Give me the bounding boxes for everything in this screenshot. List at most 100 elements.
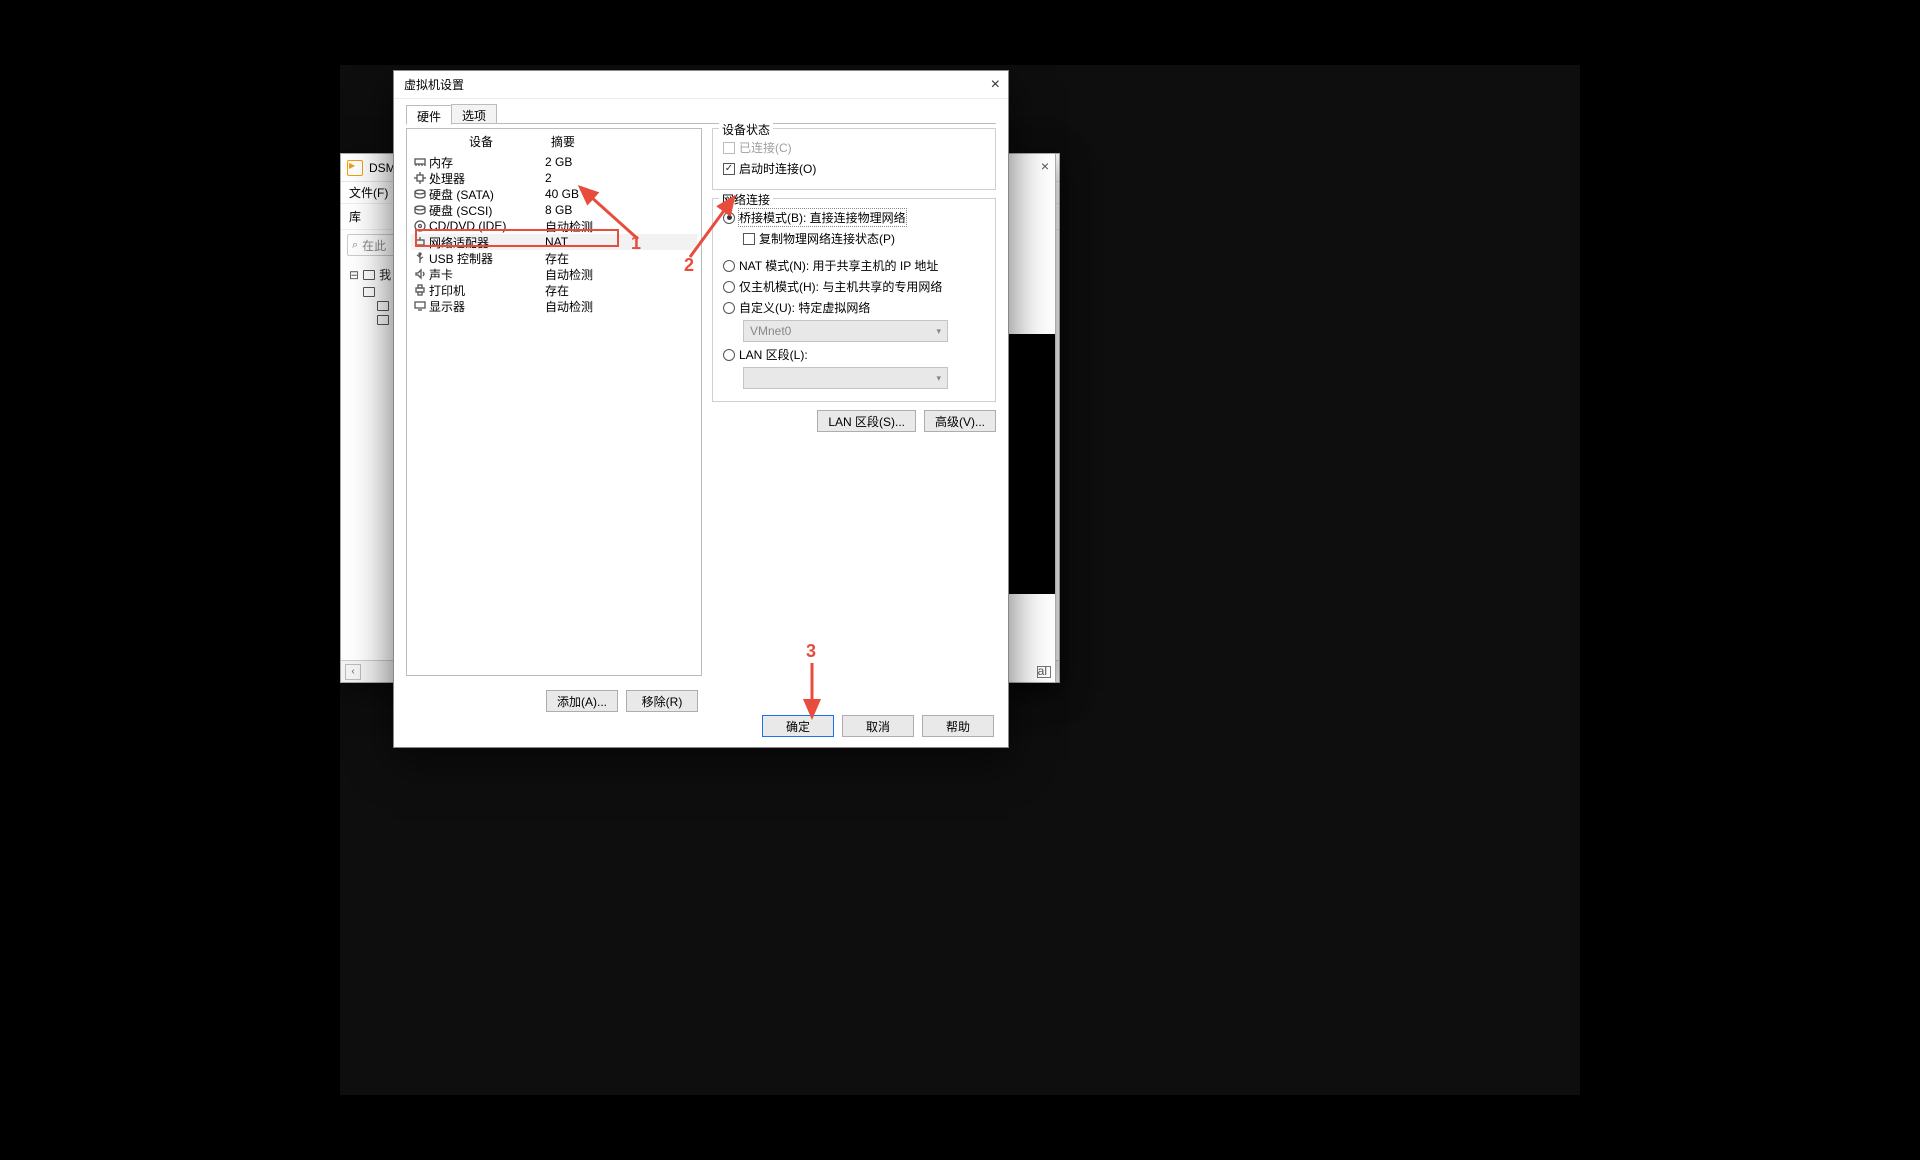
tab-hardware[interactable]: 硬件 — [406, 105, 452, 125]
device-row-net[interactable]: 网络适配器NAT — [411, 234, 697, 250]
hostonly-radio-row[interactable]: 仅主机模式(H): 与主机共享的专用网络 — [723, 276, 985, 297]
vmware-logo-icon — [347, 160, 363, 176]
custom-radio-row[interactable]: 自定义(U): 特定虚拟网络 — [723, 297, 985, 318]
nat-radio-row[interactable]: NAT 模式(N): 用于共享主机的 IP 地址 — [723, 255, 985, 276]
tree-collapse-icon[interactable]: ⊟ — [349, 268, 359, 282]
device-row-display[interactable]: 显示器自动检测 — [411, 298, 697, 314]
device-row-usb[interactable]: USB 控制器存在 — [411, 250, 697, 266]
lansegment-radio[interactable] — [723, 349, 735, 361]
nat-label: NAT 模式(N): 用于共享主机的 IP 地址 — [739, 257, 938, 274]
connect-at-poweron-label: 启动时连接(O) — [739, 160, 816, 177]
bridged-radio[interactable] — [723, 212, 735, 224]
device-summary: 自动检测 — [545, 298, 695, 315]
remove-device-button[interactable]: 移除(R) — [626, 690, 698, 712]
replicate-checkbox[interactable] — [743, 233, 755, 245]
settings-tabstrip: 硬件 选项 — [406, 102, 996, 124]
tree-root-label[interactable]: 我 — [379, 266, 391, 283]
chevron-down-icon: ▾ — [936, 373, 941, 384]
device-name: 显示器 — [429, 298, 545, 315]
device-summary: 自动检测 — [545, 266, 695, 283]
dialog-footer: 确定 取消 帮助 — [762, 715, 994, 737]
disk-icon — [413, 188, 427, 200]
device-row-disk[interactable]: 硬盘 (SCSI)8 GB — [411, 202, 697, 218]
custom-radio[interactable] — [723, 302, 735, 314]
device-col-header: 设备 — [415, 133, 547, 150]
cancel-button[interactable]: 取消 — [842, 715, 914, 737]
connected-label: 已连接(C) — [739, 139, 792, 156]
help-button[interactable]: 帮助 — [922, 715, 994, 737]
device-summary: 自动检测 — [545, 218, 695, 235]
sound-icon — [413, 268, 427, 280]
device-row-printer[interactable]: 打印机存在 — [411, 282, 697, 298]
device-summary: 40 GB — [545, 187, 695, 201]
usb-icon — [413, 252, 427, 264]
device-row-disk[interactable]: 硬盘 (SATA)40 GB — [411, 186, 697, 202]
device-name: 声卡 — [429, 266, 545, 283]
vmware-window-title: DSM — [369, 161, 396, 175]
network-connection-group: 桥接模式(B): 直接连接物理网络 复制物理网络连接状态(P) NAT 模式(N… — [712, 198, 996, 402]
vmware-right-panel: × al — [1008, 153, 1056, 683]
dialog-close-button[interactable]: × — [991, 77, 1000, 93]
device-list[interactable]: 内存2 GB处理器2硬盘 (SATA)40 GB硬盘 (SCSI)8 GBCD/… — [407, 154, 701, 314]
device-row-sound[interactable]: 声卡自动检测 — [411, 266, 697, 282]
cd-icon — [413, 220, 427, 232]
nat-radio[interactable] — [723, 260, 735, 272]
lansegment-radio-row[interactable]: LAN 区段(L): — [723, 344, 985, 365]
connected-checkbox — [723, 142, 735, 154]
device-list-header: 设备 摘要 — [407, 129, 701, 154]
dialog-titlebar: 虚拟机设置 × — [394, 71, 1008, 99]
connect-at-poweron-checkbox[interactable] — [723, 163, 735, 175]
hostonly-label: 仅主机模式(H): 与主机共享的专用网络 — [739, 278, 942, 295]
status-icon — [1037, 666, 1051, 678]
search-icon: ⌕ — [352, 239, 358, 252]
net-icon — [413, 236, 427, 248]
device-row-memory[interactable]: 内存2 GB — [411, 154, 697, 170]
annotation-number-3: 3 — [806, 641, 816, 662]
vm-settings-dialog: 虚拟机设置 × 硬件 选项 设备 摘要 内存2 GB处理器2硬盘 (SATA)4… — [393, 70, 1009, 748]
device-name: 网络适配器 — [429, 234, 545, 251]
replicate-label: 复制物理网络连接状态(P) — [759, 230, 895, 247]
replicate-checkbox-row[interactable]: 复制物理网络连接状态(P) — [723, 228, 985, 249]
custom-vmnet-select: VMnet0 ▾ — [743, 320, 948, 342]
device-summary: 2 GB — [545, 155, 695, 169]
chevron-down-icon: ▾ — [936, 326, 941, 337]
host-icon — [363, 270, 375, 280]
summary-col-header: 摘要 — [547, 133, 693, 150]
bridged-radio-row[interactable]: 桥接模式(B): 直接连接物理网络 — [723, 207, 985, 228]
device-panel-buttons: 添加(A)... 移除(R) — [546, 690, 698, 712]
device-name: 打印机 — [429, 282, 545, 299]
menu-file[interactable]: 文件(F) — [349, 184, 388, 201]
dialog-title: 虚拟机设置 — [404, 76, 464, 93]
device-name: 硬盘 (SCSI) — [429, 202, 545, 219]
bridged-label: 桥接模式(B): 直接连接物理网络 — [739, 209, 906, 226]
close-icon[interactable]: × — [1041, 158, 1049, 174]
vm-icon — [363, 287, 375, 297]
screenshot-stage: DSM 文件(F) 库 ⌕ 在此 ⊟ 我 — [340, 65, 1580, 1095]
device-name: 内存 — [429, 154, 545, 171]
device-name: 硬盘 (SATA) — [429, 186, 545, 203]
vm-icon — [377, 315, 389, 325]
memory-icon — [413, 156, 427, 168]
add-device-button[interactable]: 添加(A)... — [546, 690, 618, 712]
device-summary: 存在 — [545, 282, 695, 299]
connected-checkbox-row: 已连接(C) — [723, 137, 985, 158]
hostonly-radio[interactable] — [723, 281, 735, 293]
connect-at-poweron-row[interactable]: 启动时连接(O) — [723, 158, 985, 179]
tab-options[interactable]: 选项 — [451, 104, 497, 124]
device-status-group: 已连接(C) 启动时连接(O) — [712, 128, 996, 190]
search-placeholder: 在此 — [362, 237, 386, 254]
device-name: 处理器 — [429, 170, 545, 187]
custom-vmnet-value: VMnet0 — [750, 324, 791, 338]
ok-button[interactable]: 确定 — [762, 715, 834, 737]
scroll-left-icon[interactable]: ‹ — [345, 664, 361, 680]
lan-segments-button[interactable]: LAN 区段(S)... — [817, 410, 916, 432]
device-row-cd[interactable]: CD/DVD (IDE)自动检测 — [411, 218, 697, 234]
device-summary: NAT — [545, 235, 695, 249]
annotation-number-2: 2 — [684, 255, 694, 276]
device-summary: 存在 — [545, 250, 695, 267]
device-name: CD/DVD (IDE) — [429, 219, 545, 233]
device-row-cpu[interactable]: 处理器2 — [411, 170, 697, 186]
device-list-panel: 设备 摘要 内存2 GB处理器2硬盘 (SATA)40 GB硬盘 (SCSI)8… — [406, 128, 702, 676]
lansegment-select: ▾ — [743, 367, 948, 389]
advanced-button[interactable]: 高级(V)... — [924, 410, 996, 432]
